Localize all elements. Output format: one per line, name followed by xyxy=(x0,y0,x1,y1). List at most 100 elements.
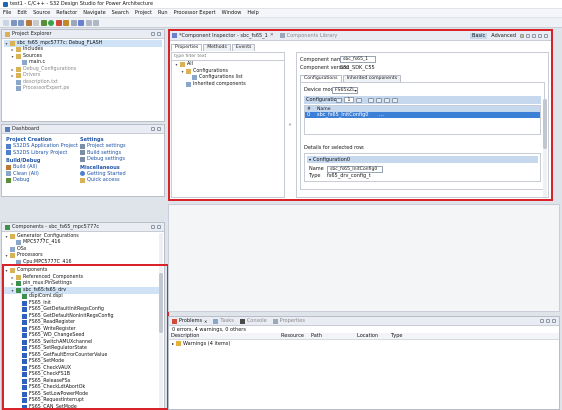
project-explorer-tab[interactable]: Project Explorer xyxy=(2,30,164,39)
components-library-tab[interactable]: Components Library xyxy=(287,33,338,39)
tasks-tab[interactable]: Tasks xyxy=(213,318,234,324)
run-icon[interactable] xyxy=(48,19,54,26)
filter-input[interactable] xyxy=(172,53,284,61)
view-menu-icon[interactable] xyxy=(540,319,544,323)
device-model-select[interactable]: FS65xZL ▾ xyxy=(332,86,358,94)
stop-icon[interactable] xyxy=(55,19,62,26)
method-item[interactable]: FS65_CAN_SetMode xyxy=(4,404,162,409)
nav-forward-icon[interactable] xyxy=(93,19,99,26)
s32ds-application-project-link[interactable]: S32DS Application Project xyxy=(6,143,84,150)
maximize-icon[interactable] xyxy=(544,33,548,38)
config-count-field[interactable]: 1 xyxy=(344,97,354,103)
menu-project[interactable]: Project xyxy=(135,10,152,16)
menu-run[interactable]: Run xyxy=(158,10,168,16)
components-tree-item[interactable]: Cpu:MPC5777C_416 xyxy=(4,259,162,266)
lock-icon[interactable] xyxy=(520,33,524,38)
new-icon[interactable] xyxy=(3,19,9,26)
expand-icon[interactable]: ▾ xyxy=(4,253,9,258)
quick-access-link[interactable]: Quick access xyxy=(80,177,162,184)
close-icon[interactable]: ✕ xyxy=(204,319,207,324)
nav-back-icon[interactable] xyxy=(85,19,92,26)
menu-search[interactable]: Search xyxy=(112,10,129,16)
inherited-components-tab[interactable]: Inherited components xyxy=(342,74,402,82)
component-name-field[interactable]: sbc_fs65_1 xyxy=(340,56,376,63)
expand-icon[interactable]: ▸ xyxy=(10,73,15,78)
console-tab[interactable]: Console xyxy=(239,318,267,324)
minimize-icon[interactable] xyxy=(151,32,155,36)
menu-window[interactable]: Window xyxy=(222,10,242,16)
menu-processor-expert[interactable]: Processor Expert xyxy=(174,10,216,16)
expand-icon[interactable]: ▾ xyxy=(180,69,185,74)
expand-icon[interactable]: ▸ xyxy=(10,275,15,280)
minimize-icon[interactable] xyxy=(538,33,542,38)
maximize-icon[interactable] xyxy=(552,319,556,323)
expand-icon[interactable]: ▸ xyxy=(172,341,174,346)
expand-icon[interactable]: ▸ xyxy=(10,47,15,52)
expand-icon[interactable]: ▾ xyxy=(174,62,179,67)
components-scrollbar[interactable] xyxy=(159,233,163,409)
build-icon[interactable] xyxy=(25,19,32,26)
detail-name-field[interactable]: sbc_fs65_InitConfig0 xyxy=(327,165,383,173)
ellipsis-icon[interactable]: … xyxy=(379,112,384,118)
remove-row-icon[interactable] xyxy=(376,97,382,103)
increment-icon[interactable] xyxy=(356,97,362,103)
close-tab-icon[interactable]: ✕ xyxy=(270,33,274,38)
debug-link[interactable]: Debug xyxy=(6,177,84,184)
maximize-icon[interactable] xyxy=(157,32,161,36)
scrollbar-thumb[interactable] xyxy=(543,99,547,149)
inspector-tree-item[interactable]: Inherited components xyxy=(174,81,282,88)
clean-icon[interactable] xyxy=(33,19,39,26)
search-icon[interactable] xyxy=(70,19,77,26)
inspector-tab-title[interactable]: *Component Inspector - sbc_fs65_1 xyxy=(179,33,268,39)
expand-icon[interactable]: ▾ xyxy=(4,234,9,239)
external-tools-icon[interactable] xyxy=(63,19,69,26)
menu-help[interactable]: Help xyxy=(247,10,258,16)
minimize-icon[interactable] xyxy=(151,225,155,229)
menu-navigate[interactable]: Navigate xyxy=(83,10,105,16)
configurations-tab[interactable]: Configurations xyxy=(300,74,342,82)
debug-icon[interactable] xyxy=(40,19,47,26)
advanced-mode-button[interactable]: Advanced xyxy=(489,33,518,39)
expand-icon[interactable]: ▾ xyxy=(4,41,9,46)
detail-scrollbar[interactable] xyxy=(543,99,547,197)
expand-icon[interactable]: ▾ xyxy=(10,288,15,293)
maximize-icon[interactable] xyxy=(157,127,161,131)
decrement-icon[interactable] xyxy=(336,97,342,103)
components-tab[interactable]: Components - sbc_fs65_mpc5777c xyxy=(2,223,164,232)
debug-settings-link[interactable]: Debug settings xyxy=(80,156,162,163)
forward-icon[interactable] xyxy=(532,33,536,38)
resource-column[interactable]: Resource xyxy=(279,333,309,339)
save-icon[interactable] xyxy=(10,19,17,26)
grid-cell-name[interactable]: sbc_fs65_InitConfig0 xyxy=(315,112,375,118)
methods-tab[interactable]: Methods xyxy=(203,43,231,51)
path-column[interactable]: Path xyxy=(309,333,355,339)
add-row-icon[interactable] xyxy=(368,97,374,103)
project-tree-item[interactable]: ProcessorExpert.pe xyxy=(4,86,162,93)
description-column[interactable]: Description xyxy=(169,333,279,339)
expand-icon[interactable]: ▾ xyxy=(10,54,15,59)
expand-icon[interactable]: ▸ xyxy=(10,281,15,286)
minimize-icon[interactable] xyxy=(151,127,155,131)
menu-source[interactable]: Source xyxy=(33,10,50,16)
grid-row[interactable]: 0 sbc_fs65_InitConfig0 … xyxy=(305,112,540,118)
move-up-icon[interactable] xyxy=(384,97,390,103)
minimize-icon[interactable] xyxy=(546,319,550,323)
expand-icon[interactable]: ▾ xyxy=(4,268,9,273)
properties-view-tab[interactable]: Properties xyxy=(272,318,305,324)
maximize-icon[interactable] xyxy=(157,225,161,229)
menu-edit[interactable]: Edit xyxy=(17,10,27,16)
menu-refactor[interactable]: Refactor xyxy=(56,10,77,16)
scrollbar-thumb[interactable] xyxy=(159,273,163,333)
back-icon[interactable] xyxy=(526,33,530,38)
move-down-icon[interactable] xyxy=(392,97,398,103)
s32ds-library-project-link[interactable]: S32DS Library Project xyxy=(6,150,84,157)
dashboard-tab[interactable]: Dashboard xyxy=(2,125,164,134)
panel-splitter[interactable]: « xyxy=(286,52,294,198)
problems-tab[interactable]: Problems ✕ xyxy=(172,318,207,324)
menu-file[interactable]: File xyxy=(3,10,11,16)
basic-mode-button[interactable]: Basic xyxy=(470,32,488,39)
save-all-icon[interactable] xyxy=(18,19,24,26)
type-column[interactable]: Type xyxy=(389,333,419,339)
details-group-header[interactable]: ▾ Configuration0 xyxy=(307,156,538,163)
processor-expert-icon[interactable] xyxy=(78,19,84,26)
